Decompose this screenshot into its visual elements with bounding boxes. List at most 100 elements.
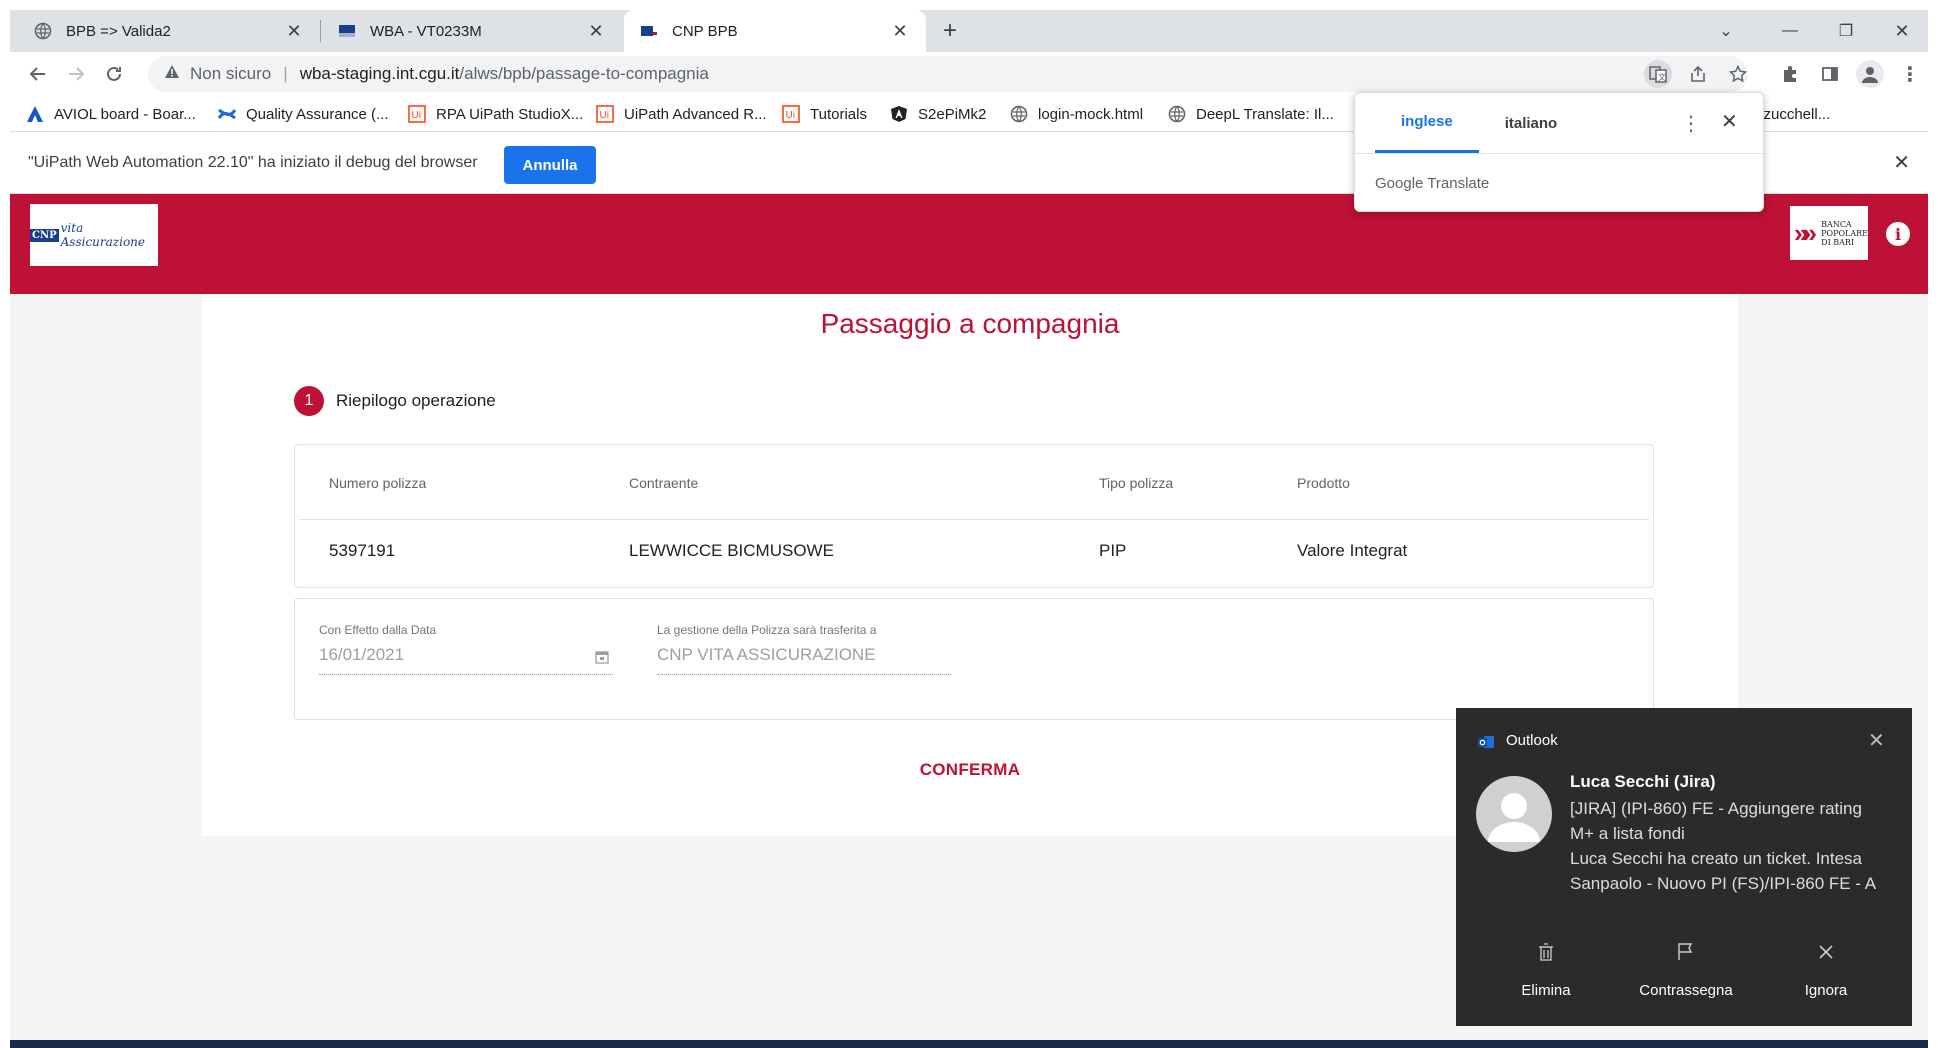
google-translate-brand: Google Translate: [1375, 175, 1490, 192]
svg-text:Ui: Ui: [600, 110, 609, 121]
effective-date-field[interactable]: 16/01/2021: [319, 645, 613, 675]
bookmark-label: S2ePiMk2: [918, 105, 987, 123]
minimize-icon: —: [1782, 22, 1798, 39]
calendar-icon[interactable]: [595, 649, 609, 669]
taskbar: [10, 1040, 1928, 1048]
star-icon: [1729, 65, 1747, 83]
dismiss-action-button[interactable]: Ignora: [1756, 932, 1896, 999]
uipath-icon: Ui: [782, 105, 800, 123]
angular-icon: [890, 105, 908, 123]
table-cell: Valore Integrat: [1297, 541, 1408, 560]
globe-icon: [1010, 105, 1028, 123]
bookmark-item[interactable]: login-mock.html: [1010, 96, 1143, 132]
column-header: Tipo polizza: [1099, 475, 1174, 491]
tab-search-button[interactable]: ⌄: [1698, 10, 1754, 52]
bookmark-star-button[interactable]: [1724, 60, 1752, 88]
bookmark-item[interactable]: zzucchell...: [1756, 96, 1830, 132]
notification-app-name: Outlook: [1506, 732, 1558, 749]
translate-popup: inglese italiano ⋮ ✕ Google Translate: [1354, 92, 1764, 212]
forward-button[interactable]: [62, 60, 90, 88]
close-icon: [1756, 932, 1896, 972]
close-tab-icon[interactable]: ✕: [888, 19, 912, 43]
bookmark-label: DeepL Translate: Il...: [1196, 105, 1334, 123]
extensions-button[interactable]: [1776, 60, 1804, 88]
tab-strip: BPB => Valida2 ✕ WBA - VT0233M ✕ CNP BPB…: [10, 10, 1928, 52]
stepper-step: 1 Riepilogo operazione: [294, 386, 496, 416]
column-header: Prodotto: [1297, 475, 1350, 491]
close-icon[interactable]: ✕: [1868, 728, 1885, 753]
cancel-debug-button[interactable]: Annulla: [504, 146, 596, 184]
share-icon: [1691, 65, 1705, 82]
bookmark-item[interactable]: AVIOL board - Boar...: [26, 96, 196, 132]
browser-tab[interactable]: BPB => Valida2 ✕: [10, 10, 320, 52]
security-label[interactable]: Non sicuro: [190, 64, 271, 84]
side-panel-icon: [1822, 67, 1838, 81]
close-infobar-icon[interactable]: ✕: [1893, 150, 1910, 175]
notification-body: [JIRA] (IPI-860) FE - Aggiungere rating …: [1570, 799, 1877, 893]
bookmark-item[interactable]: Quality Assurance (...: [218, 96, 389, 132]
bpb-mark-icon: »»: [1794, 217, 1817, 248]
page-title: Passaggio a compagnia: [820, 308, 1120, 339]
svg-text:文: 文: [1658, 72, 1666, 82]
cnp-favicon-icon: [338, 22, 356, 40]
bookmark-label: UiPath Advanced R...: [624, 105, 767, 123]
flag-action-button[interactable]: Contrassegna: [1616, 932, 1756, 999]
tab-italian[interactable]: italiano: [1479, 93, 1584, 153]
url-path: /alws/bpb/passage-to-compagnia: [459, 64, 709, 83]
reload-icon: [107, 66, 121, 81]
bookmark-label: login-mock.html: [1038, 105, 1144, 123]
bookmark-label: zzucchell...: [1756, 105, 1831, 123]
bookmark-item[interactable]: DeepL Translate: Il...: [1168, 96, 1334, 132]
aviol-icon: [26, 105, 44, 123]
bookmark-label: Quality Assurance (...: [246, 105, 389, 123]
uipath-icon: Ui: [596, 105, 614, 123]
bpb-logo: »» BANCA POPOLARE DI BARI: [1790, 206, 1868, 260]
info-icon[interactable]: i: [1886, 222, 1910, 246]
window-close-button[interactable]: ✕: [1874, 10, 1930, 52]
close-tab-icon[interactable]: ✕: [584, 19, 608, 43]
delete-action-button[interactable]: Elimina: [1476, 932, 1616, 999]
menu-button[interactable]: ⋮: [1896, 60, 1924, 88]
bookmark-item[interactable]: Ui UiPath Advanced R...: [596, 96, 767, 132]
step-number-badge: 1: [294, 386, 324, 416]
share-button[interactable]: [1684, 60, 1712, 88]
effective-date-label: Con Effetto dalla Data: [319, 623, 437, 637]
confirm-label[interactable]: CONFERMA: [920, 760, 1021, 779]
bookmark-item[interactable]: S2ePiMk2: [890, 96, 986, 132]
tab-english[interactable]: inglese: [1375, 93, 1479, 153]
transfer-to-label: La gestione della Polizza sarà trasferit…: [657, 623, 877, 637]
cnp-favicon-icon: [640, 22, 658, 40]
address-bar[interactable]: Non sicuro | wba-staging.int.cgu.it/alws…: [148, 56, 1748, 92]
more-vert-icon: ⋮: [1900, 63, 1920, 86]
translate-button[interactable]: 文: [1644, 60, 1672, 88]
bookmark-label: AVIOL board - Boar...: [54, 105, 196, 123]
flag-icon: [1616, 932, 1756, 972]
bookmark-item[interactable]: Ui Tutorials: [782, 96, 867, 132]
back-button[interactable]: [24, 60, 52, 88]
notification-sender: Luca Secchi (Jira): [1570, 772, 1716, 791]
url-host: wba-staging.int.cgu.it: [299, 64, 460, 83]
svg-text:Ui: Ui: [412, 110, 421, 121]
browser-tab[interactable]: WBA - VT0233M ✕: [322, 10, 622, 52]
tab-title: BPB => Valida2: [66, 22, 171, 40]
side-panel-button[interactable]: [1816, 60, 1844, 88]
outlook-notification: Outlook ✕ Luca Secchi (Jira) [JIRA] (IPI…: [1456, 708, 1912, 1026]
arrow-right-icon: [69, 67, 85, 81]
more-vert-icon[interactable]: ⋮: [1681, 111, 1701, 136]
column-header: Contraente: [629, 475, 699, 491]
close-icon: ✕: [1894, 20, 1910, 41]
tab-title: CNP BPB: [672, 22, 738, 40]
bookmark-item[interactable]: Ui RPA UiPath StudioX...: [408, 96, 583, 132]
puzzle-icon: [1784, 66, 1796, 82]
minimize-button[interactable]: —: [1762, 10, 1818, 52]
plus-icon: +: [942, 17, 957, 44]
reload-button[interactable]: [100, 60, 128, 88]
step-label: Riepilogo operazione: [336, 391, 496, 410]
profile-button[interactable]: [1856, 60, 1884, 88]
close-icon[interactable]: ✕: [1721, 109, 1738, 134]
close-tab-icon[interactable]: ✕: [282, 19, 306, 43]
new-tab-button[interactable]: +: [922, 10, 978, 52]
policy-table: Numero polizza Contraente Tipo polizza P…: [294, 444, 1654, 588]
browser-tab-active[interactable]: CNP BPB ✕: [624, 10, 926, 52]
restore-button[interactable]: ❐: [1818, 10, 1874, 52]
